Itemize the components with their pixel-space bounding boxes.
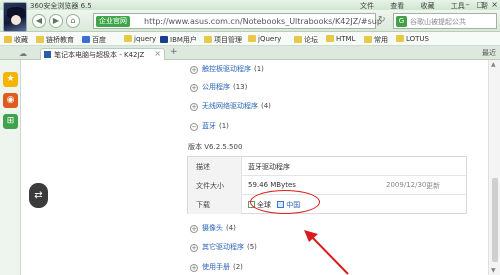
- back-button[interactable]: ◀: [32, 14, 46, 28]
- list-item[interactable]: + 其它驱动程序 (5): [190, 242, 257, 253]
- menu-file[interactable]: 文件: [360, 2, 374, 10]
- list-item[interactable]: + 使用手册 (2): [190, 262, 243, 273]
- url-text[interactable]: http://www.asus.com.cn/Notebooks_Ultrabo…: [144, 17, 382, 26]
- annotation-arrow-icon: [304, 230, 349, 275]
- fav-item[interactable]: 链桥教育: [36, 35, 74, 45]
- secure-badge: 企业官网: [96, 16, 130, 27]
- folder-icon: [326, 35, 334, 42]
- title-bar: 360安全浏览器 6.5 文件 查看 收藏 工具 帮助 –□×: [0, 0, 500, 20]
- forward-button[interactable]: ▶: [49, 14, 63, 28]
- menu-favorites[interactable]: 收藏: [420, 2, 434, 10]
- date-value: 2009/12/30: [386, 181, 427, 189]
- fav-item[interactable]: IBM用户: [160, 35, 197, 45]
- download-key: 下载: [188, 195, 242, 214]
- vertical-scrollbar[interactable]: ▲ ▼: [488, 60, 500, 275]
- user-avatar[interactable]: [3, 2, 27, 32]
- list-item[interactable]: − 蓝牙 (1): [190, 121, 229, 132]
- address-bar[interactable]: 企业官网 http://www.asus.com.cn/Notebooks_Ul…: [93, 13, 382, 29]
- screen-mirror-icon[interactable]: ⇄: [29, 183, 48, 208]
- home-button[interactable]: ⌂: [66, 14, 80, 28]
- window-controls: – □ ×: [459, 0, 498, 9]
- refresh-icon[interactable]: ↻: [378, 15, 386, 25]
- download-table: 描述 蓝牙驱动程序 文件大小 59.46 MBytes 2009/12/30 更…: [187, 156, 467, 214]
- fav-item[interactable]: 百度: [82, 35, 106, 45]
- folder-icon: [124, 35, 132, 42]
- folder-icon: [204, 36, 212, 43]
- fav-item[interactable]: 论坛: [294, 35, 318, 45]
- scroll-down-icon[interactable]: ▼: [491, 267, 496, 274]
- desc-value: 蓝牙驱动程序: [248, 163, 290, 171]
- expand-icon[interactable]: +: [190, 84, 198, 92]
- favorites-star-icon[interactable]: ★: [3, 72, 18, 87]
- new-tab-button[interactable]: +: [170, 47, 178, 57]
- cloud-icon[interactable]: ☁: [19, 49, 27, 58]
- highlight-ellipse: [250, 190, 320, 214]
- expand-icon[interactable]: +: [190, 225, 198, 233]
- favorites-bar: 收藏 链桥教育 百度 jquery IBM用户 项目管理 jQuery 论坛 H…: [0, 32, 500, 46]
- close-tab-icon[interactable]: ×: [154, 49, 161, 58]
- expand-icon[interactable]: +: [190, 103, 198, 111]
- expand-icon[interactable]: +: [190, 66, 198, 74]
- desc-key: 描述: [188, 157, 242, 176]
- search-box[interactable]: G 谷歌山被提起公共: [393, 13, 497, 29]
- folder-icon: [294, 36, 302, 43]
- favicon-icon: [44, 51, 51, 58]
- minimize-button[interactable]: –: [466, 0, 470, 9]
- fav-item[interactable]: 常用: [364, 35, 388, 45]
- fav-item[interactable]: jquery: [124, 35, 156, 43]
- scroll-up-icon[interactable]: ▲: [491, 61, 496, 68]
- star-icon: [4, 36, 12, 43]
- expand-icon[interactable]: +: [190, 244, 198, 252]
- size-key: 文件大小: [188, 176, 242, 195]
- fav-item[interactable]: LOTUS: [396, 35, 429, 43]
- size-value: 59.46 MBytes: [248, 181, 296, 189]
- tab-label: 笔记本电脑与超极本 - K42JZ: [54, 51, 145, 59]
- search-input[interactable]: 谷歌山被提起公共: [410, 17, 466, 27]
- tab-asus-k42jz[interactable]: 笔记本电脑与超极本 - K42JZ ×: [40, 48, 165, 60]
- tab-bar: ☁ 笔记本电脑与超极本 - K42JZ × + 最近: [0, 46, 500, 60]
- page-content: + 触控板驱动程序 (1) + 公用程序 (13) + 无线网络驱动程序 (4) − 蓝牙 (1…: [22, 60, 488, 275]
- folder-icon: [364, 36, 372, 43]
- more-link[interactable]: 更新: [426, 181, 440, 191]
- sidebar: ★ ◉ ⊞: [0, 60, 21, 275]
- expand-icon[interactable]: +: [190, 264, 198, 272]
- version-label: 版本 V6.2.5.500: [188, 143, 243, 151]
- fav-item[interactable]: HTML: [326, 35, 355, 43]
- address-toolbar: ◀ ▶ ⌂ 企业官网 http://www.asus.com.cn/Notebo…: [0, 10, 500, 32]
- list-item[interactable]: + 无线网络驱动程序 (4): [190, 101, 271, 112]
- collapse-icon[interactable]: −: [190, 123, 198, 131]
- maximize-button[interactable]: □: [477, 0, 485, 9]
- list-item[interactable]: + 公用程序 (13): [190, 82, 247, 93]
- scroll-thumb[interactable]: [492, 178, 498, 262]
- fav-item[interactable]: 项目管理: [204, 35, 242, 45]
- folder-icon: [36, 36, 44, 43]
- list-item[interactable]: + 摄像头 (4): [190, 223, 236, 234]
- list-item[interactable]: + 触控板驱动程序 (1): [190, 64, 264, 75]
- ibm-icon: [160, 36, 168, 43]
- menu-view[interactable]: 查看: [390, 2, 404, 10]
- baidu-icon: [82, 36, 90, 43]
- search-engine-icon[interactable]: G: [396, 16, 407, 27]
- fav-item[interactable]: 收藏: [4, 35, 28, 45]
- recent-tabs[interactable]: 最近: [482, 48, 496, 58]
- folder-icon: [248, 35, 256, 42]
- app-icon[interactable]: ⊞: [3, 114, 18, 129]
- fav-item[interactable]: jQuery: [248, 35, 281, 43]
- close-button[interactable]: ×: [491, 0, 498, 9]
- folder-icon: [396, 35, 404, 42]
- weibo-icon[interactable]: ◉: [3, 93, 18, 108]
